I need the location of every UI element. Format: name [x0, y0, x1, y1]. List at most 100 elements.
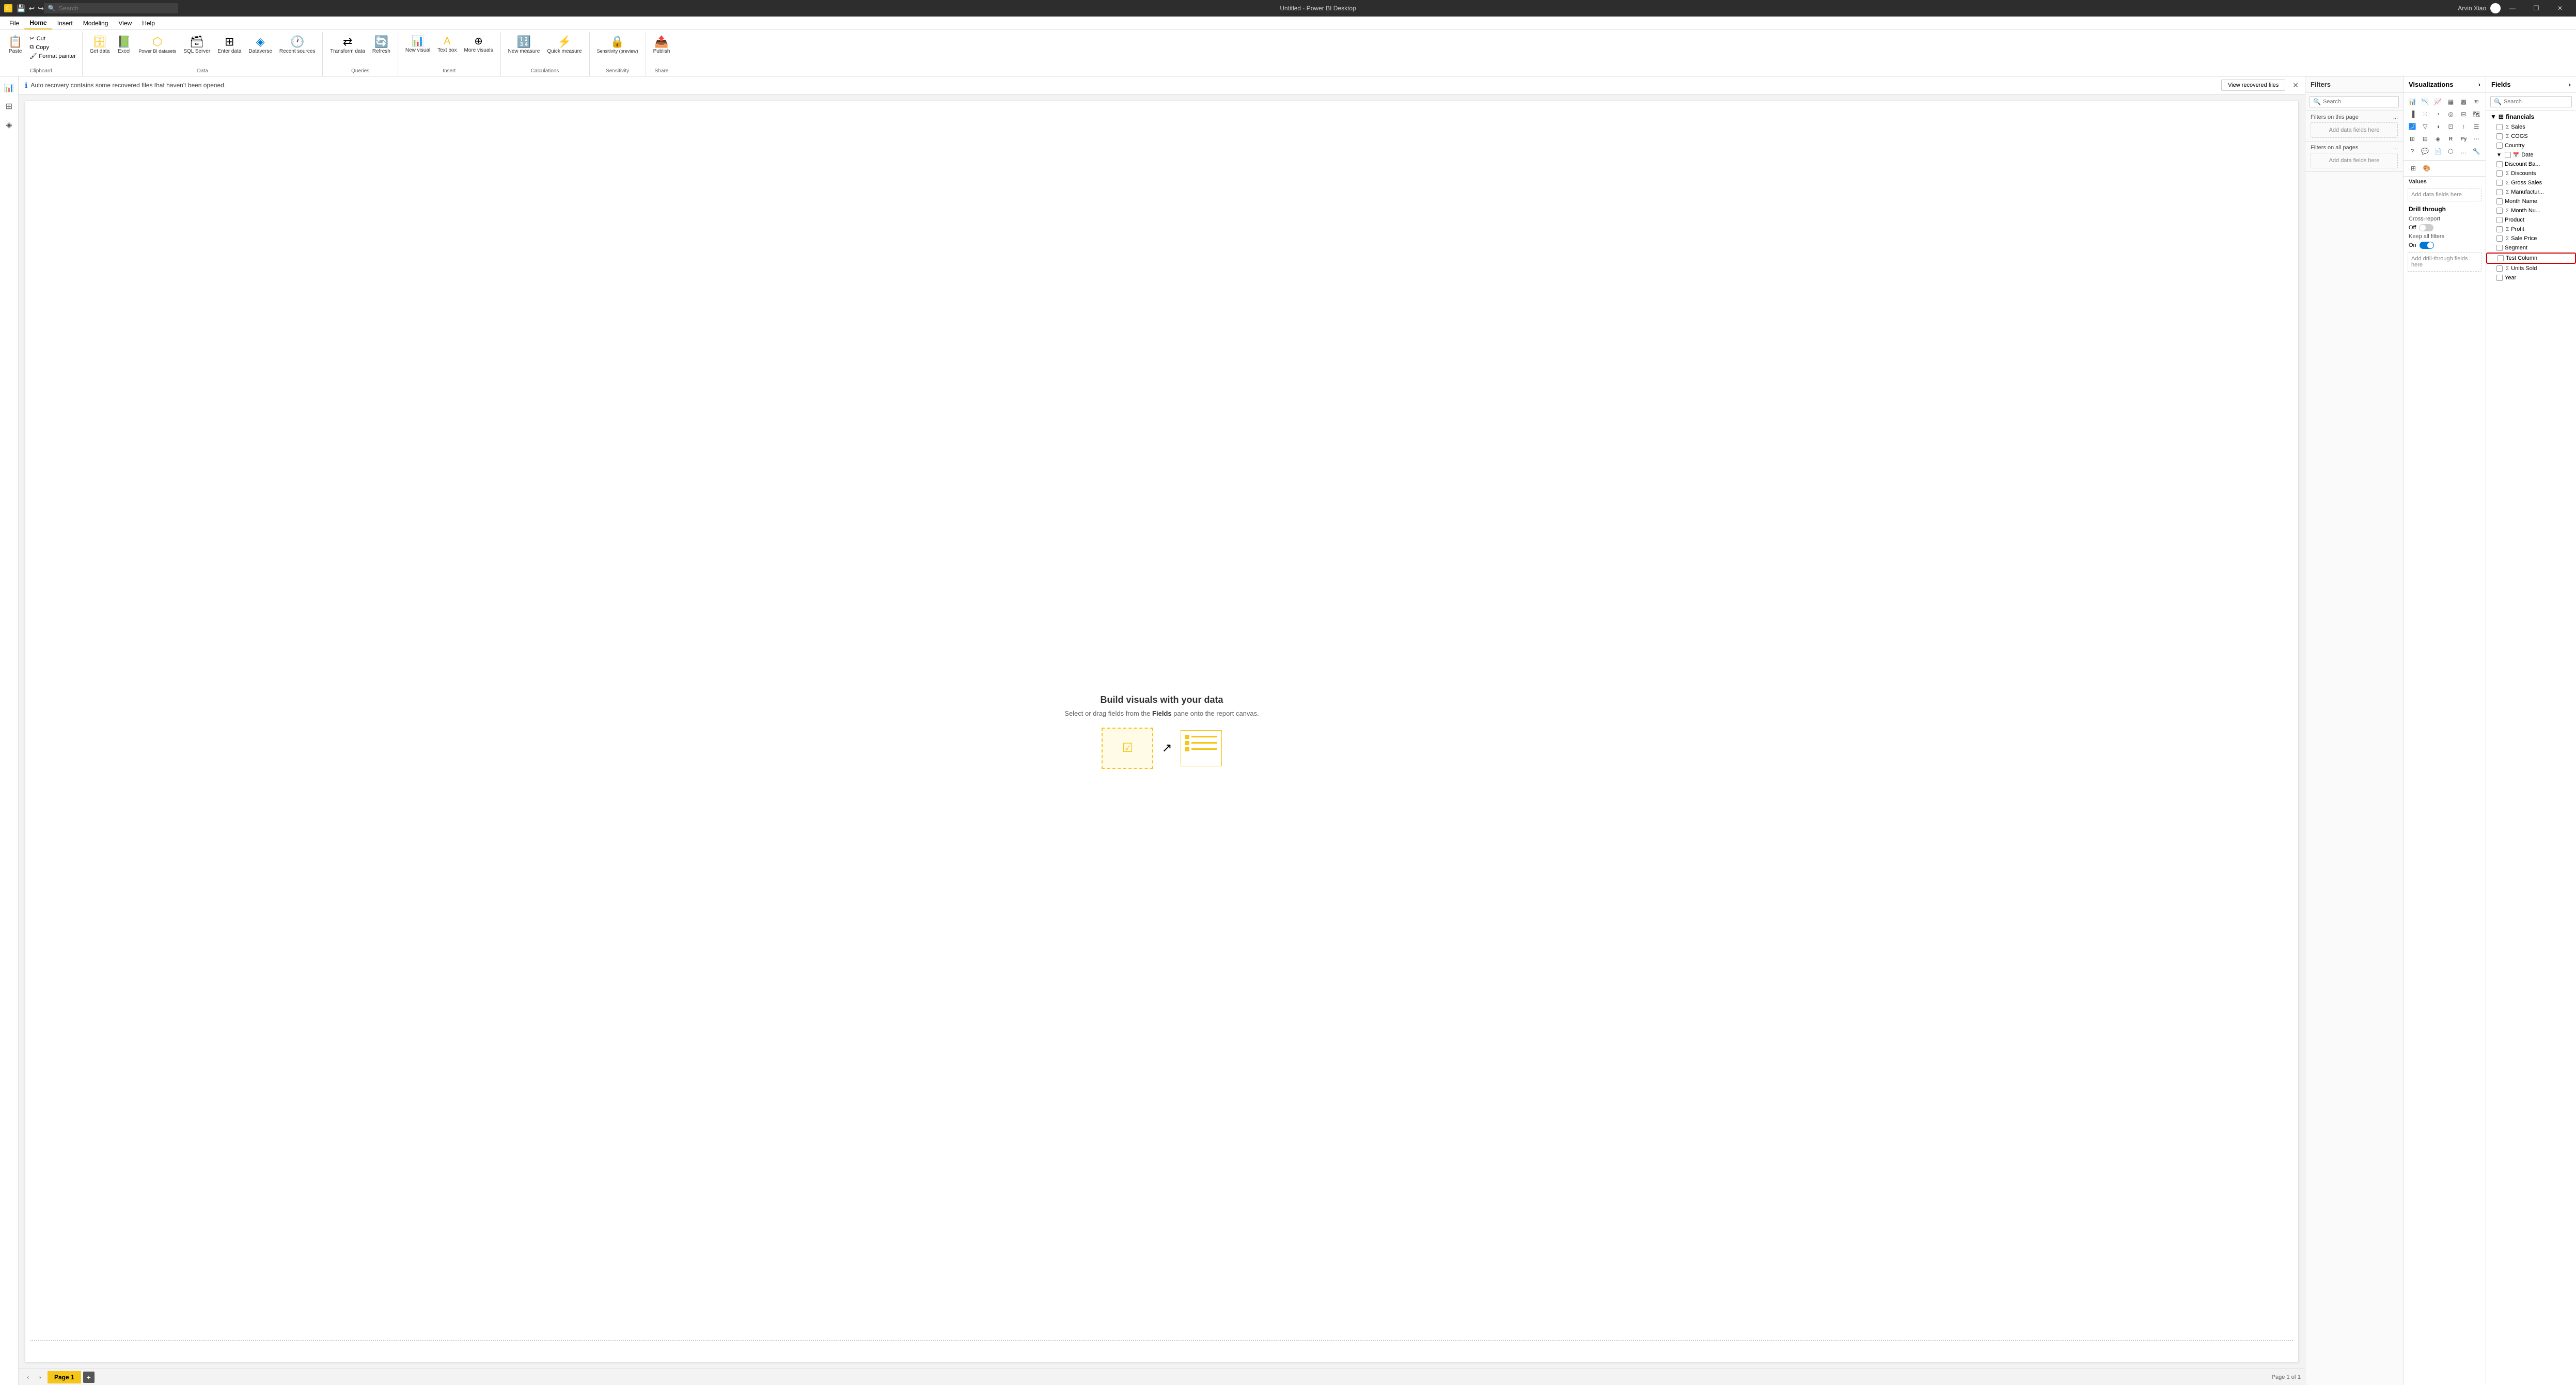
quick-measure-button[interactable]: ⚡ Quick measure — [544, 34, 585, 56]
page-tab-1[interactable]: Page 1 — [48, 1371, 81, 1383]
fields-expand-icon[interactable]: › — [2569, 81, 2571, 88]
viz-stacked-bar[interactable]: ▦ — [2445, 96, 2457, 107]
viz-matrix[interactable]: ⊟ — [2420, 133, 2431, 145]
filters-this-page-drop[interactable]: Add data fields here — [2311, 122, 2398, 138]
page-next-button[interactable]: › — [35, 1372, 45, 1382]
new-visual-button[interactable]: 📊 New visual — [402, 34, 433, 55]
filters-all-pages-drop[interactable]: Add data fields here — [2311, 153, 2398, 168]
field-cogs-checkbox[interactable] — [2496, 133, 2503, 139]
field-gross-sales-checkbox[interactable] — [2496, 180, 2503, 186]
menu-view[interactable]: View — [113, 18, 137, 29]
field-country-checkbox[interactable] — [2496, 143, 2503, 149]
viz-treemap[interactable]: ⊟ — [2458, 108, 2469, 120]
excel-button[interactable]: 📗 Excel — [114, 34, 134, 56]
view-recovered-button[interactable]: View recovered files — [2221, 80, 2285, 91]
copy-button[interactable]: ⧉ Copy — [27, 43, 78, 52]
field-gross-sales[interactable]: Σ Gross Sales — [2486, 178, 2576, 187]
field-year[interactable]: Year — [2486, 273, 2576, 282]
field-discounts-checkbox[interactable] — [2496, 170, 2503, 177]
viz-ribbon[interactable]: ≋ — [2471, 96, 2482, 107]
recent-sources-button[interactable]: 🕐 Recent sources — [276, 34, 318, 56]
filters-on-all-pages-header[interactable]: Filters on all pages ... — [2311, 145, 2398, 151]
model-view-icon[interactable]: ◈ — [2, 118, 17, 132]
transform-data-button[interactable]: ⇄ Transform data — [327, 34, 368, 56]
field-test-column-checkbox[interactable] — [2498, 255, 2504, 261]
fields-search-box[interactable]: 🔍 — [2490, 96, 2572, 107]
enter-data-button[interactable]: ⊞ Enter data — [214, 34, 244, 56]
viz-table[interactable]: ⊞ — [2407, 133, 2418, 145]
viz-gauge[interactable]: ◑ — [2432, 121, 2444, 132]
viz-paginated[interactable]: 📄 — [2432, 146, 2444, 157]
field-cogs[interactable]: Σ COGS — [2486, 132, 2576, 141]
viz-shape[interactable]: ⬡ — [2445, 146, 2457, 157]
viz-r-script[interactable]: R — [2445, 133, 2457, 145]
viz-scatter[interactable]: ⁙ — [2420, 108, 2431, 120]
field-units-sold-checkbox[interactable] — [2496, 265, 2503, 272]
viz-smart-narr[interactable]: 💬 — [2420, 146, 2431, 157]
viz-waterfall[interactable]: ▐ — [2407, 108, 2418, 120]
sensitivity-button[interactable]: 🔒 Sensitivity (preview) — [594, 34, 641, 56]
cut-button[interactable]: ✂ Cut — [27, 34, 78, 43]
save-icon[interactable]: 💾 — [17, 4, 25, 13]
viz-area-chart[interactable]: 📈 — [2432, 96, 2444, 107]
viz-100-bar[interactable]: ▩ — [2458, 96, 2469, 107]
dataverse-button[interactable]: ◈ Dataverse — [245, 34, 275, 56]
close-button[interactable]: ✕ — [2548, 0, 2572, 17]
field-date[interactable]: ▼ 📅 Date — [2486, 150, 2576, 160]
field-discount-ba[interactable]: Discount Ba... — [2486, 160, 2576, 169]
viz-drillthrough-drop[interactable]: Add drill-through fields here — [2408, 252, 2481, 272]
refresh-button[interactable]: 🔄 Refresh — [369, 34, 394, 56]
report-view-icon[interactable]: 📊 — [2, 81, 17, 95]
viz-python-script[interactable]: Py — [2458, 133, 2469, 145]
field-manufactur-checkbox[interactable] — [2496, 189, 2503, 195]
field-product-checkbox[interactable] — [2496, 217, 2503, 223]
menu-modeling[interactable]: Modeling — [78, 18, 114, 29]
menu-file[interactable]: File — [4, 18, 24, 29]
viz-kpi[interactable]: ↑ — [2458, 121, 2469, 132]
viz-build[interactable]: 🔧 — [2471, 146, 2482, 157]
viz-fields-icon[interactable]: ⊞ — [2408, 163, 2419, 174]
viz-card[interactable]: ⊡ — [2445, 121, 2457, 132]
field-profit[interactable]: Σ Profit — [2486, 225, 2576, 234]
viz-azure-maps[interactable]: ◈ — [2432, 133, 2444, 145]
field-year-checkbox[interactable] — [2496, 275, 2503, 281]
page-prev-button[interactable]: ‹ — [23, 1372, 33, 1382]
field-sale-price-checkbox[interactable] — [2496, 235, 2503, 242]
info-close-button[interactable]: ✕ — [2292, 81, 2299, 90]
viz-map[interactable]: 🗺 — [2471, 108, 2482, 120]
field-country[interactable]: Country — [2486, 141, 2576, 150]
new-measure-button[interactable]: 🔢 New measure — [505, 34, 543, 56]
field-discount-ba-checkbox[interactable] — [2496, 161, 2503, 167]
restore-button[interactable]: ❐ — [2524, 0, 2548, 17]
field-test-column[interactable]: Test Column — [2486, 253, 2576, 264]
viz-donut[interactable]: ◎ — [2445, 108, 2457, 120]
field-discounts[interactable]: Σ Discounts — [2486, 169, 2576, 178]
sql-server-button[interactable]: 🗃 SQL Server — [180, 34, 213, 56]
filters-on-this-page-header[interactable]: Filters on this page ... — [2311, 114, 2398, 120]
more-visuals-button[interactable]: ⊕ More visuals — [461, 34, 496, 55]
title-search-input[interactable] — [59, 5, 174, 12]
filters-search-input[interactable] — [2323, 99, 2395, 105]
menu-home[interactable]: Home — [24, 17, 52, 29]
viz-slicer[interactable]: ☰ — [2471, 121, 2482, 132]
field-sale-price[interactable]: Σ Sale Price — [2486, 234, 2576, 243]
field-sales[interactable]: Σ Sales — [2486, 122, 2576, 132]
viz-values-drop[interactable]: Add data fields here — [2408, 188, 2481, 201]
add-page-button[interactable]: + — [83, 1372, 95, 1383]
field-units-sold[interactable]: Σ Units Sold — [2486, 264, 2576, 273]
filters-search-box[interactable]: 🔍 — [2310, 96, 2399, 107]
field-month-nu[interactable]: Σ Month Nu... — [2486, 206, 2576, 215]
viz-bar-chart[interactable]: 📊 — [2407, 96, 2418, 107]
format-painter-button[interactable]: 🖌 Format painter — [27, 52, 78, 60]
field-manufactur[interactable]: Σ Manufactur... — [2486, 187, 2576, 197]
field-segment-checkbox[interactable] — [2496, 245, 2503, 251]
crossreport-toggle-track[interactable] — [2419, 224, 2433, 231]
field-segment[interactable]: Segment — [2486, 243, 2576, 253]
fields-table-header[interactable]: ▼ ⊞ financials — [2486, 111, 2576, 122]
field-product[interactable]: Product — [2486, 215, 2576, 225]
data-view-icon[interactable]: ⊞ — [2, 99, 17, 114]
filters-all-more-icon[interactable]: ... — [2393, 145, 2398, 151]
field-profit-checkbox[interactable] — [2496, 226, 2503, 232]
paste-button[interactable]: 📋 Paste — [4, 34, 26, 56]
viz-pie[interactable]: ◔ — [2432, 108, 2444, 120]
